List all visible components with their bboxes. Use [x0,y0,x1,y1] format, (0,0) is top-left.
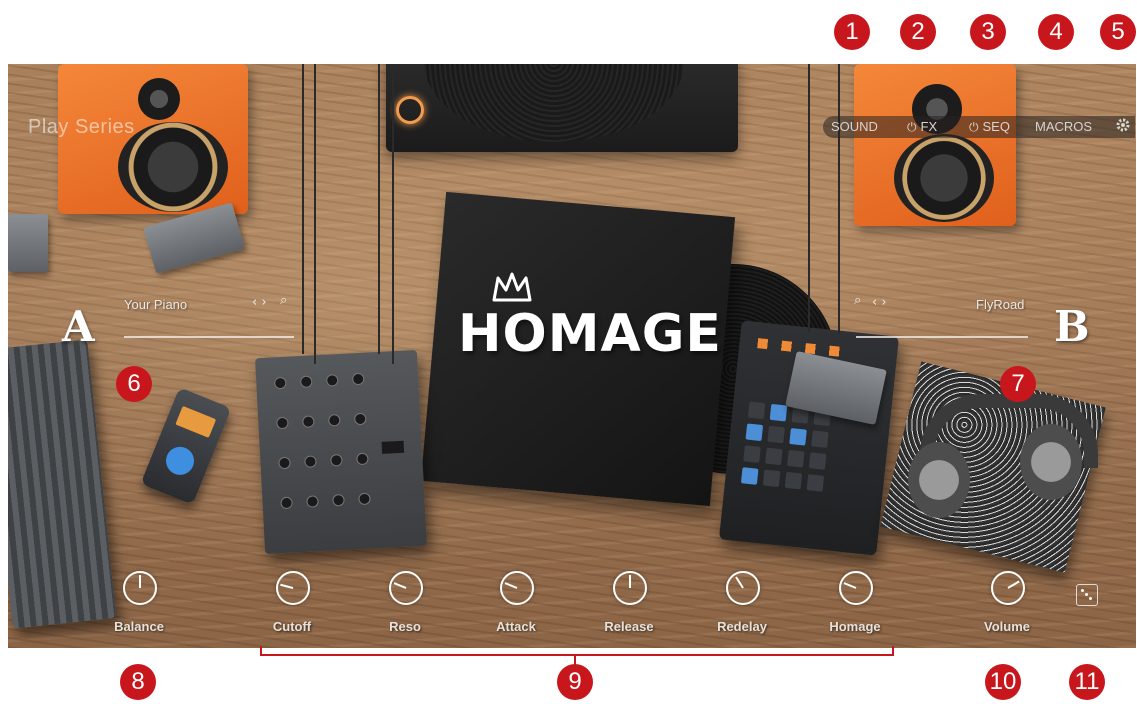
callout-9-bracket [260,646,894,656]
callout-1: 1 [834,14,870,50]
layer-b-prev-next-icon[interactable]: ‹ › [872,295,887,310]
nav-fx-tab[interactable]: ⏻ FX [907,119,937,135]
layer-b-preset-line [856,336,1028,338]
nav-macros-tab[interactable]: MACROS [1035,119,1092,134]
crown-icon [492,272,532,302]
homage-logo: HOMAGE [458,304,722,364]
layer-a-preset-name[interactable]: Your Piano [124,297,187,312]
volume-label: Volume [984,619,1030,634]
top-navigation-bar: SOUND ⏻ FX ⏻ SEQ MACROS [823,116,1135,138]
layer-b-label: B [1054,302,1090,351]
balance-label: Balance [114,619,164,634]
redelay-knob[interactable] [726,571,760,605]
power-icon: ⏻ [969,120,979,134]
redelay-label: Redelay [717,619,767,634]
nav-sound-tab[interactable]: SOUND [831,119,878,134]
reso-knob[interactable] [389,571,423,605]
callout-9: 9 [557,664,593,700]
left-speaker-image [58,64,248,214]
headphone-cup-image [908,442,970,518]
reso-label: Reso [389,619,421,634]
attack-knob[interactable] [500,571,534,605]
callout-11: 11 [1069,664,1105,700]
cable-image [838,64,840,334]
cable-image [302,64,304,354]
layer-a-label: A [62,302,95,351]
callout-6: 6 [116,366,152,402]
audio-recorder-image [140,387,232,505]
layer-a-preset-line [124,336,294,338]
callout-8: 8 [120,664,156,700]
right-speaker-image [854,64,1016,226]
layer-a-prev-next-icon[interactable]: ‹ › [252,295,267,310]
cable-image [378,64,380,354]
nav-fx-label: FX [920,119,938,134]
gear-icon[interactable] [1115,117,1131,136]
layer-b-preset-name[interactable]: FlyRoad [976,297,1024,312]
cable-image [808,64,810,332]
nav-seq-label: SEQ [982,119,1010,134]
record-crate-image [8,339,117,629]
layer-b-search-icon[interactable]: ⌕ [854,293,861,308]
cassette-stack-image [8,214,48,272]
volume-knob[interactable] [991,571,1025,605]
attack-label: Attack [496,619,536,634]
turntable-image [386,64,738,152]
balance-knob[interactable] [123,571,157,605]
power-icon: ⏻ [907,120,917,134]
callout-10: 10 [985,664,1021,700]
layer-a-search-icon[interactable]: ⌕ [280,293,287,308]
cutoff-label: Cutoff [272,619,312,634]
callout-5: 5 [1100,14,1136,50]
callout-3: 3 [970,14,1006,50]
callout-4: 4 [1038,14,1074,50]
homage-knob[interactable] [839,571,873,605]
callout-2: 2 [900,14,936,50]
instrument-panel: Play Series SOUND ⏻ FX ⏻ SEQ MACROS HOMAGE… [8,64,1136,648]
release-knob[interactable] [613,571,647,605]
cutoff-knob[interactable] [276,571,310,605]
brand-label: Play Series [28,116,135,138]
cable-image [314,64,316,364]
callout-7: 7 [1000,366,1036,402]
nav-seq-tab[interactable]: ⏻ SEQ [969,119,1010,135]
headphone-cup-image [1020,424,1082,500]
mixer-image [254,349,428,555]
homage-label: Homage [829,619,881,634]
randomize-dice-icon[interactable] [1076,584,1098,606]
cable-image [392,64,394,364]
release-label: Release [604,619,654,634]
